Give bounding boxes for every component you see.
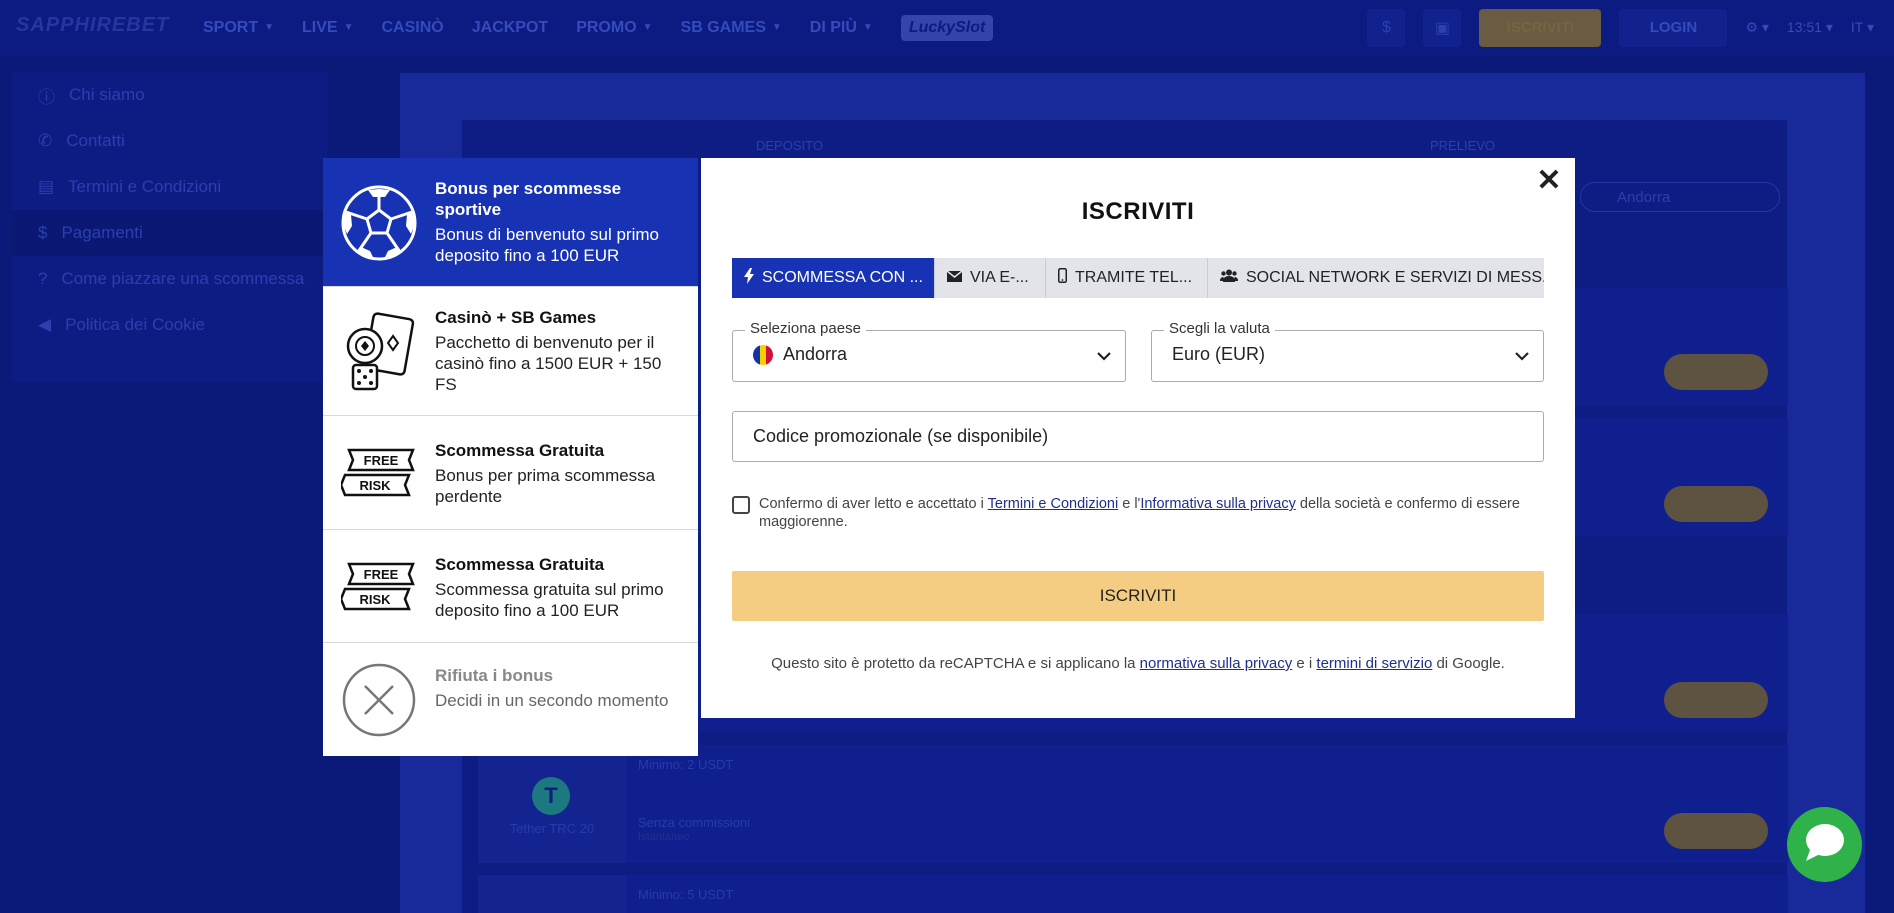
country-label: Seleziona paese — [745, 320, 866, 337]
chevron-down-icon — [1515, 345, 1529, 372]
signup-modal: ✕ ISCRIVITI SCOMMESSA CON ... VIA E-... … — [701, 158, 1575, 718]
free-label: FREE — [364, 453, 399, 468]
decline-x-icon — [323, 643, 435, 756]
chevron-down-icon — [1097, 345, 1111, 372]
bonus-description: Scommessa gratuita sul primo deposito fi… — [435, 580, 664, 620]
bonus-description: Bonus per prima scommessa perdente — [435, 466, 656, 506]
recaptcha-notice: Questo sito è protetto da reCAPTCHA e si… — [771, 655, 1505, 672]
consent-row: Confermo di aver letto e accettato i Ter… — [732, 495, 1544, 531]
bonus-title: Casinò + SB Games — [435, 308, 597, 327]
bonus-option-free-bet-losing[interactable]: FREE RISK Scommessa Gratuita Bonus per p… — [323, 416, 698, 530]
tab-phone[interactable]: TRAMITE TEL... — [1046, 258, 1208, 298]
envelope-icon — [946, 269, 963, 287]
bonus-selection-panel: Bonus per scommesse sportive Bonus di be… — [323, 158, 698, 756]
bonus-option-casino[interactable]: Casinò + SB Games Pacchetto di benvenuto… — [323, 287, 698, 416]
soccer-ball-icon — [323, 158, 435, 287]
signup-submit-button[interactable]: ISCRIVITI — [732, 571, 1544, 621]
consent-checkbox[interactable] — [732, 496, 750, 514]
privacy-link[interactable]: Informativa sulla privacy — [1140, 496, 1296, 512]
chat-bubble-icon — [1804, 822, 1846, 867]
tab-email[interactable]: VIA E-... — [935, 258, 1046, 298]
free-label: FREE — [364, 567, 399, 582]
modal-title: ISCRIVITI — [1081, 198, 1195, 225]
mobile-phone-icon — [1058, 268, 1067, 288]
risk-label: RISK — [359, 478, 391, 493]
chat-button[interactable] — [1787, 807, 1862, 882]
country-value: Andorra — [783, 344, 848, 364]
country-select[interactable]: Seleziona paese Andorra — [732, 320, 1126, 382]
casino-chips-cards-icon — [323, 287, 435, 416]
bonus-option-decline[interactable]: Rifiuta i bonus Decidi in un secondo mom… — [323, 643, 698, 756]
bonus-title: Scommessa Gratuita — [435, 441, 605, 460]
consent-text: Confermo di aver letto e accettato i Ter… — [759, 496, 1520, 530]
bonus-description: Pacchetto di benvenuto per il casinò fin… — [435, 333, 662, 394]
bonus-title: Scommessa Gratuita — [435, 555, 605, 574]
bonus-option-free-bet-deposit[interactable]: FREE RISK Scommessa Gratuita Scommessa g… — [323, 530, 698, 643]
bonus-title: Rifiuta i bonus — [435, 666, 554, 685]
currency-label: Scegli la valuta — [1164, 320, 1275, 337]
bonus-option-sports[interactable]: Bonus per scommesse sportive Bonus di be… — [323, 158, 698, 287]
tab-one-click[interactable]: SCOMMESSA CON ... — [732, 258, 935, 298]
promo-placeholder: Codice promozionale (se disponibile) — [753, 426, 1049, 446]
promo-code-input[interactable]: Codice promozionale (se disponibile) — [732, 411, 1544, 462]
free-risk-icon: FREE RISK — [323, 530, 435, 643]
google-terms-link[interactable]: termini di servizio — [1316, 655, 1432, 672]
bonus-title: Bonus per scommesse sportive — [435, 179, 622, 219]
risk-label: RISK — [359, 592, 391, 607]
google-privacy-link[interactable]: normativa sulla privacy — [1140, 655, 1293, 672]
signup-method-tabs: SCOMMESSA CON ... VIA E-... TRAMITE TEL.… — [732, 258, 1544, 298]
lightning-icon — [744, 267, 754, 289]
tab-social[interactable]: SOCIAL NETWORK E SERVIZI DI MESS... — [1208, 258, 1544, 298]
bonus-description: Bonus di benvenuto sul primo deposito fi… — [435, 225, 659, 265]
close-icon[interactable]: ✕ — [1533, 164, 1565, 197]
andorra-flag-icon — [753, 344, 773, 365]
free-risk-icon: FREE RISK — [323, 416, 435, 530]
terms-link[interactable]: Termini e Condizioni — [988, 496, 1119, 512]
currency-select[interactable]: Scegli la valuta Euro (EUR) — [1151, 320, 1544, 382]
bonus-description: Decidi in un secondo momento — [435, 691, 669, 710]
currency-value: Euro (EUR) — [1172, 344, 1266, 364]
users-icon — [1220, 269, 1238, 287]
